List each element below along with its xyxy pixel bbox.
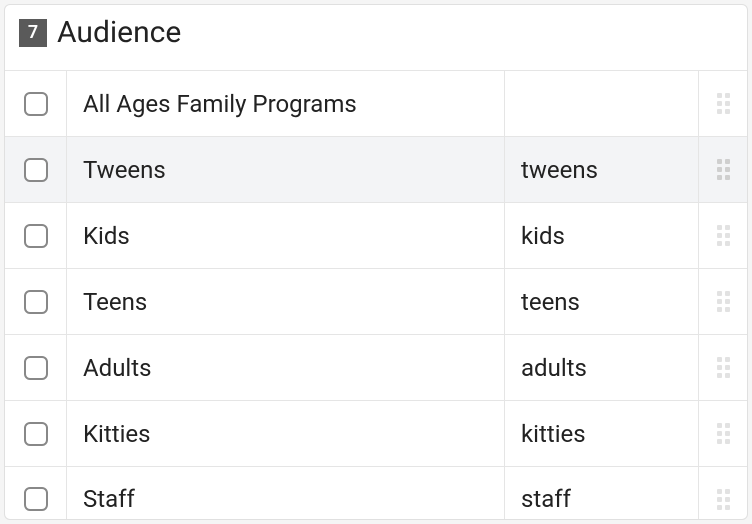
drag-handle[interactable] — [699, 467, 747, 520]
drag-icon — [717, 423, 730, 444]
row-checkbox[interactable] — [24, 356, 48, 380]
drag-icon — [717, 357, 730, 378]
checkbox-cell — [5, 71, 67, 136]
drag-icon — [717, 291, 730, 312]
row-label[interactable]: Staff — [67, 467, 505, 520]
row-checkbox[interactable] — [24, 158, 48, 182]
rows-container: All Ages Family ProgramsTweenstweensKids… — [5, 70, 747, 520]
row-label[interactable]: Adults — [67, 335, 505, 400]
row-checkbox[interactable] — [24, 92, 48, 116]
row-label[interactable]: Kitties — [67, 401, 505, 466]
row-slug[interactable] — [505, 71, 699, 136]
row-label[interactable]: All Ages Family Programs — [67, 71, 505, 136]
drag-icon — [717, 159, 730, 180]
drag-icon — [717, 225, 730, 246]
table-row[interactable]: Staffstaff — [5, 466, 747, 520]
row-slug[interactable]: adults — [505, 335, 699, 400]
drag-handle[interactable] — [699, 71, 747, 136]
panel-title: Audience — [57, 15, 181, 50]
audience-panel: 7 Audience All Ages Family ProgramsTween… — [4, 4, 748, 520]
row-slug[interactable]: teens — [505, 269, 699, 334]
row-slug[interactable]: tweens — [505, 137, 699, 202]
table-row[interactable]: Kittieskitties — [5, 400, 747, 466]
row-slug[interactable]: kids — [505, 203, 699, 268]
row-slug[interactable]: staff — [505, 467, 699, 520]
row-checkbox[interactable] — [24, 487, 48, 511]
table-row[interactable]: Adultsadults — [5, 334, 747, 400]
row-checkbox[interactable] — [24, 290, 48, 314]
row-checkbox[interactable] — [24, 224, 48, 248]
drag-handle[interactable] — [699, 137, 747, 202]
drag-handle[interactable] — [699, 269, 747, 334]
drag-handle[interactable] — [699, 401, 747, 466]
row-label[interactable]: Tweens — [67, 137, 505, 202]
panel-header: 7 Audience — [5, 5, 747, 58]
checkbox-cell — [5, 401, 67, 466]
table-row[interactable]: Kidskids — [5, 202, 747, 268]
row-checkbox[interactable] — [24, 422, 48, 446]
checkbox-cell — [5, 467, 67, 520]
checkbox-cell — [5, 269, 67, 334]
checkbox-cell — [5, 335, 67, 400]
checkbox-cell — [5, 137, 67, 202]
table-row[interactable]: All Ages Family Programs — [5, 70, 747, 136]
table-row[interactable]: Teensteens — [5, 268, 747, 334]
row-label[interactable]: Teens — [67, 269, 505, 334]
checkbox-cell — [5, 203, 67, 268]
drag-handle[interactable] — [699, 335, 747, 400]
drag-icon — [717, 93, 730, 114]
row-slug[interactable]: kitties — [505, 401, 699, 466]
drag-handle[interactable] — [699, 203, 747, 268]
count-badge: 7 — [19, 19, 47, 47]
drag-icon — [717, 489, 730, 510]
row-label[interactable]: Kids — [67, 203, 505, 268]
table-row[interactable]: Tweenstweens — [5, 136, 747, 202]
